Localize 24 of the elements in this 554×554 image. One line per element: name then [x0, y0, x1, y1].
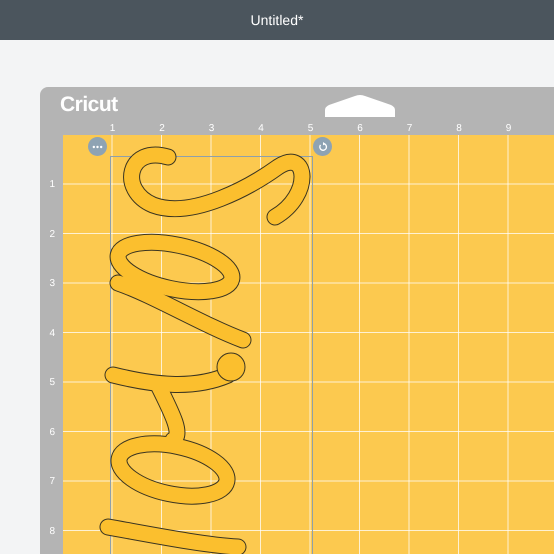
- brand-logo: Cricut: [60, 93, 118, 117]
- ruler-number: 5: [306, 123, 314, 134]
- more-options-button[interactable]: [88, 137, 107, 156]
- ruler-number: 8: [455, 123, 463, 134]
- mat-tab-icon: [325, 95, 395, 117]
- rotate-button[interactable]: [313, 137, 332, 156]
- ruler-number: 4: [257, 123, 265, 134]
- ruler-number: 2: [48, 228, 55, 242]
- ruler-number: 6: [356, 123, 364, 134]
- ruler-number: 2: [158, 123, 166, 134]
- ruler-number: 3: [208, 123, 216, 134]
- ruler-number: 7: [48, 475, 55, 489]
- ruler-number: 3: [48, 277, 55, 291]
- ruler-number: 8: [48, 524, 55, 538]
- ruler-number: 7: [406, 123, 414, 134]
- ruler-number: 1: [48, 178, 55, 192]
- more-icon: [92, 144, 103, 148]
- ruler-number: 9: [504, 123, 512, 134]
- ruler-number: 6: [48, 426, 55, 440]
- ruler-number: 5: [48, 376, 55, 390]
- window-title: Untitled*: [250, 12, 304, 28]
- ruler-number: 4: [48, 326, 55, 340]
- ruler-number: 1: [108, 123, 116, 134]
- rotate-icon: [318, 142, 328, 152]
